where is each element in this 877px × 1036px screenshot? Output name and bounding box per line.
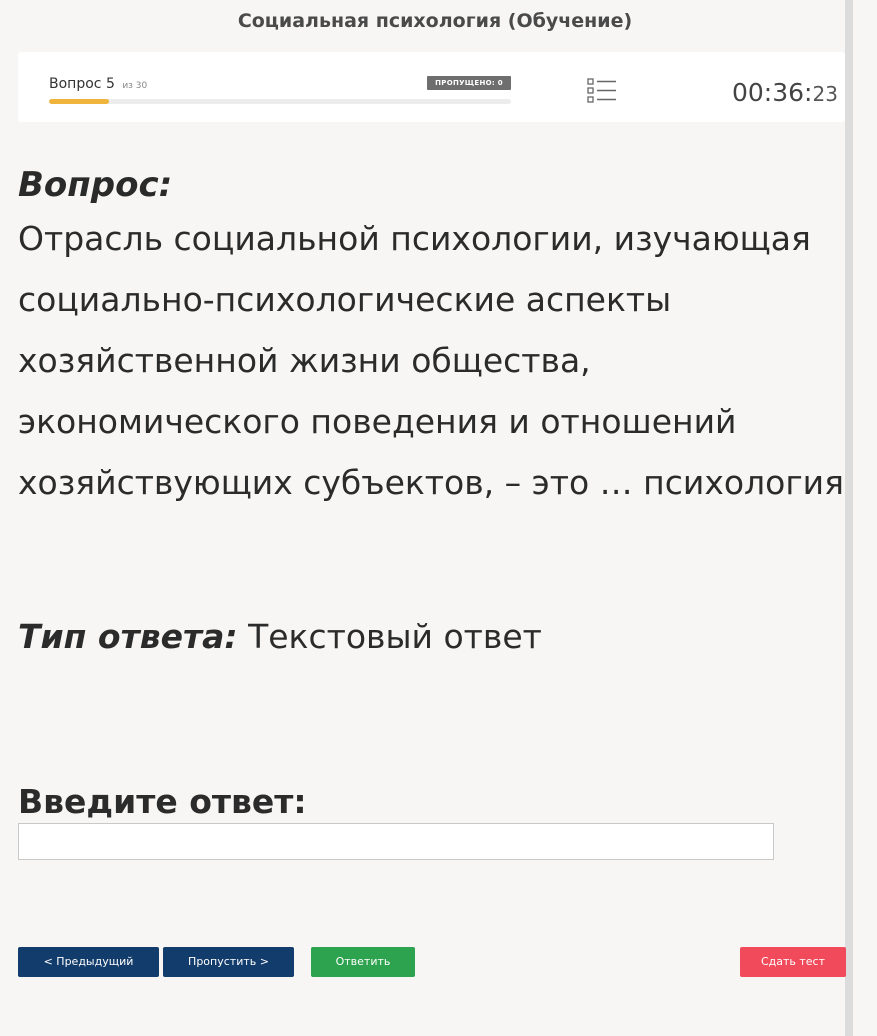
skipped-badge: ПРОПУЩЕНО: 0 — [427, 76, 511, 90]
status-panel: Вопрос 5 из 30 ПРОПУЩЕНО: 0 00:36:23 — [18, 52, 845, 122]
page-scrollbar[interactable] — [845, 0, 853, 1036]
question-label: Вопрос: — [18, 165, 173, 205]
question-word: Вопрос — [49, 76, 102, 92]
answer-type: Тип ответа: Текстовый ответ — [18, 617, 542, 656]
answer-type-value: Текстовый ответ — [248, 617, 542, 656]
question-list-icon[interactable] — [587, 77, 617, 105]
question-number: 5 — [105, 76, 115, 92]
timer-seconds: 23 — [812, 82, 838, 106]
progress-bar-fill — [49, 99, 110, 104]
timer: 00:36:23 — [732, 78, 838, 107]
question-counter: Вопрос 5 из 30 — [49, 76, 147, 92]
answer-input-label: Введите ответ: — [18, 782, 307, 821]
question-text: Отрасль социальной психологии, изучающая… — [18, 219, 844, 502]
answer-input[interactable] — [18, 823, 774, 860]
answer-button[interactable]: Ответить — [311, 947, 415, 977]
skip-button[interactable]: Пропустить > — [163, 947, 294, 977]
submit-test-button[interactable]: Сдать тест — [740, 947, 846, 977]
answer-type-label: Тип ответа: — [18, 617, 238, 656]
page-title: Социальная психология (Обучение) — [237, 10, 633, 32]
question-total: из 30 — [122, 81, 148, 91]
timer-main: 00:36: — [732, 78, 813, 107]
progress-bar — [49, 99, 511, 104]
previous-button[interactable]: < Предыдущий — [18, 947, 159, 977]
